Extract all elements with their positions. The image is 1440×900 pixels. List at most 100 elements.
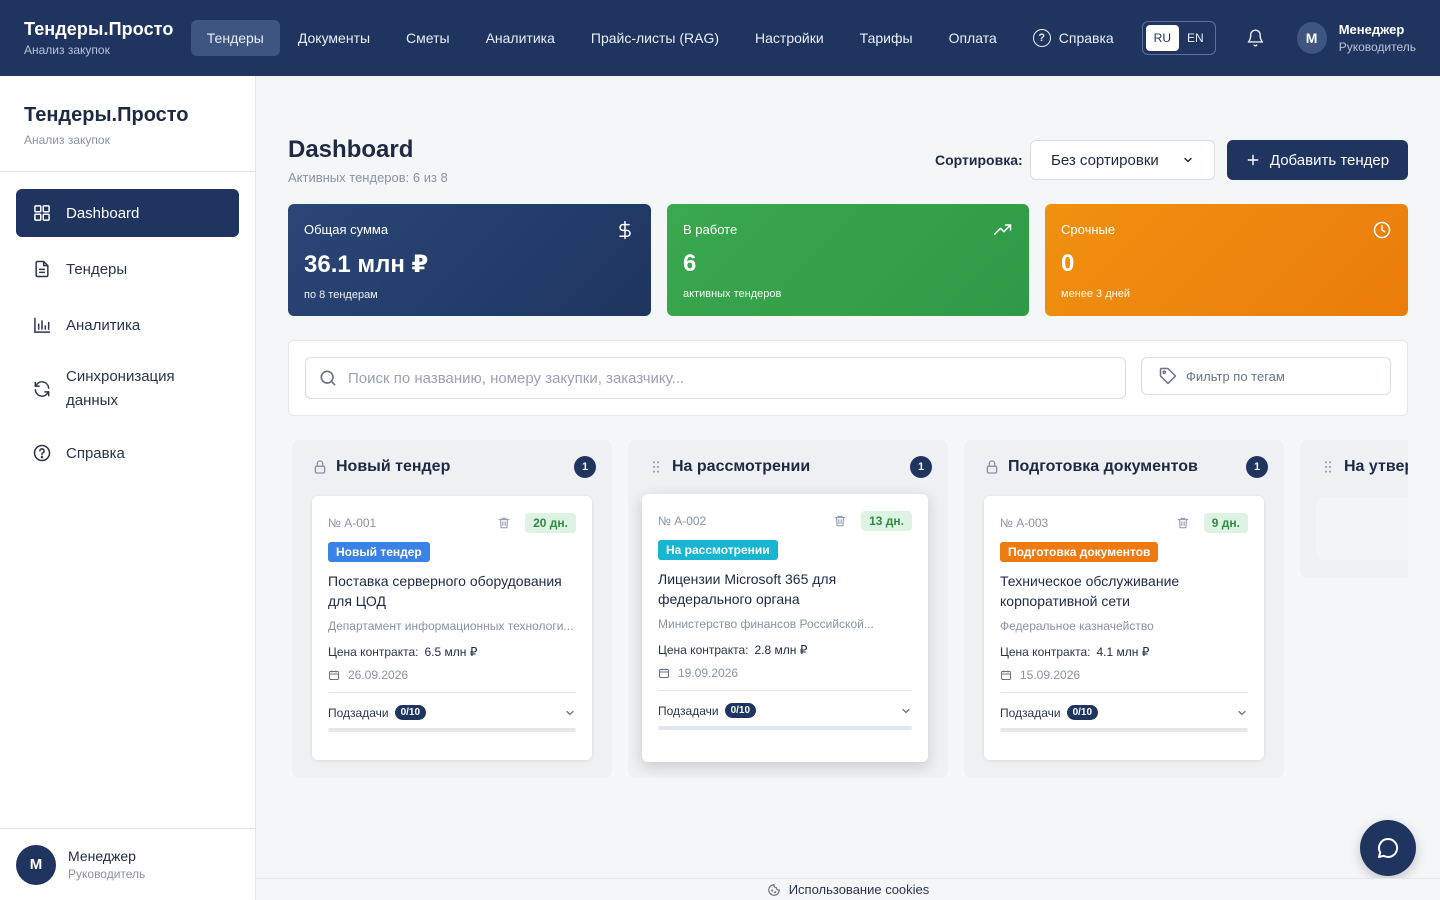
column-header[interactable]: На рассмотрении [648,458,810,476]
subtasks-toggle[interactable]: Подзадачи 0/10 [1000,692,1248,720]
lock-icon [314,460,326,474]
chevron-down-icon [1238,710,1246,715]
clock-icon [1373,221,1391,239]
tender-card[interactable]: № А-002 13 дн. На рассмотрении Лицензии … [642,494,928,762]
bar-chart-icon [34,317,51,333]
top-brand[interactable]: Тендеры.Просто Анализ закупок [24,19,191,57]
stat-value: 6 [683,250,697,277]
tender-number: № А-002 [658,514,707,528]
nav-tenders[interactable]: Тендеры [190,20,280,56]
calendar-icon [659,668,669,678]
trash-icon[interactable] [497,516,511,530]
price-label: Цена контракта: [1000,645,1091,659]
sort-select[interactable]: Без сортировки [1030,140,1215,180]
language-switcher: RU EN [1141,21,1216,55]
sidebar: Тендеры.Просто Анализ закупок Dashboard … [0,76,256,900]
cookie-bar[interactable]: Использование cookies [256,878,1440,900]
tag-filter-label: Фильтр по тегам [1186,368,1285,384]
subtasks-toggle[interactable]: Подзадачи 0/10 [328,692,576,720]
sidebar-user[interactable]: M Менеджер Руководитель [0,828,255,900]
drag-handle-icon[interactable] [1320,459,1336,475]
calendar-icon [1001,670,1011,680]
drag-handle-icon[interactable] [648,459,664,475]
dollar-icon [619,220,631,240]
subtasks-count: 0/10 [394,705,427,720]
nav-help[interactable]: ? Справка [1015,20,1132,56]
stat-label: В работе [683,222,738,237]
sort-value: Без сортировки [1051,151,1159,169]
subtasks-label: Подзадачи [658,703,719,718]
sort-label: Сортировка: [935,152,1023,168]
trash-icon[interactable] [833,514,847,528]
price-label: Цена контракта: [328,645,419,659]
days-left-badge: 13 дн. [861,511,912,531]
nav-estimates[interactable]: Сметы [388,20,468,56]
trending-up-icon [993,224,1012,235]
chat-button[interactable] [1360,820,1416,876]
price-value: 6.5 млн ₽ [424,645,478,659]
column-header[interactable]: Новый тендер [312,458,450,476]
status-badge: Подготовка документов [1000,542,1159,562]
column-header[interactable]: Подготовка документов [984,458,1198,476]
cookie-icon [767,883,780,896]
nav-analytics[interactable]: Аналитика [468,20,573,56]
page-title: Dashboard [288,136,414,163]
price-label: Цена контракта: [658,643,749,657]
sidebar-item-tenders[interactable]: Тендеры [16,245,239,293]
sidebar-item-help[interactable]: Справка [16,429,239,477]
filter-panel: Поиск по названию, номеру закупки, заказ… [288,340,1408,416]
top-user-info[interactable]: Менеджер Руководитель [1339,22,1416,54]
price-value: 4.1 млн ₽ [1096,645,1150,659]
nav-payment[interactable]: Оплата [931,20,1015,56]
column-header[interactable]: На утвер [1320,458,1408,476]
date-value: 19.09.2026 [678,666,739,680]
subtasks-label: Подзадачи [1000,705,1061,720]
board-column: На рассмотрении 1 № А-002 13 дн. На расс… [628,440,948,778]
lang-ru[interactable]: RU [1145,25,1180,51]
top-navbar: Тендеры.Просто Анализ закупок Тендеры До… [0,0,1440,76]
column-title: На утвер [1344,458,1408,475]
tender-customer: Департамент информационных технологи... [328,619,574,633]
nav-documents[interactable]: Документы [280,20,388,56]
search-placeholder: Поиск по названию, номеру закупки, заказ… [348,369,685,387]
column-title: На рассмотрении [672,458,811,475]
sidebar-item-analytics[interactable]: Аналитика [16,301,239,349]
subtasks-toggle[interactable]: Подзадачи 0/10 [658,690,912,718]
sidebar-item-label: Справка [66,444,125,462]
sidebar-brand: Тендеры.Просто Анализ закупок [0,76,255,172]
sidebar-item-sync[interactable]: Синхронизация данных [16,357,239,421]
tender-card[interactable]: № А-001 20 дн. Новый тендер Поставка сер… [312,496,592,760]
subtasks-count: 0/10 [1066,705,1099,720]
sidebar-user-name: Менеджер [68,848,136,864]
sync-icon [34,381,50,397]
nav-tariffs[interactable]: Тарифы [842,20,931,56]
lang-en[interactable]: EN [1179,25,1212,51]
sidebar-item-dashboard[interactable]: Dashboard [16,189,239,237]
search-input[interactable]: Поиск по названию, номеру закупки, заказ… [305,357,1126,399]
plus-icon [1247,154,1259,166]
tender-title: Поставка серверного оборудования для ЦОД [328,573,562,609]
add-tender-button[interactable]: Добавить тендер [1227,140,1408,180]
bell-icon[interactable] [1246,28,1265,48]
tag-filter[interactable]: Фильтр по тегам [1141,357,1391,395]
top-avatar[interactable]: M [1296,22,1327,54]
top-user-name: Менеджер [1338,22,1405,37]
trash-icon[interactable] [1176,516,1190,530]
tender-date: 15.09.2026 [1000,668,1248,682]
tender-price: Цена контракта: 4.1 млн ₽ [1000,645,1248,659]
stat-sub: по 8 тендерам [304,289,378,301]
chat-bubble-icon [1378,837,1399,858]
tender-number: № А-003 [1000,516,1049,530]
tender-number: № А-001 [328,516,377,530]
add-tender-label: Добавить тендер [1269,151,1390,169]
help-circle-icon: ? [1032,29,1051,47]
tender-card[interactable]: № А-003 9 дн. Подготовка документов Техн… [984,496,1264,760]
top-user-role: Руководитель [1338,40,1416,54]
search-icon [320,370,336,386]
nav-settings[interactable]: Настройки [737,20,842,56]
sidebar-item-label: Синхронизация данных [66,368,175,409]
tender-title: Техническое обслуживание корпоративной с… [1000,573,1180,609]
nav-pricelists[interactable]: Прайс-листы (RAG) [573,20,737,56]
tender-customer: Федеральное казначейство [1000,619,1154,633]
sidebar-item-label: Тендеры [66,260,128,278]
